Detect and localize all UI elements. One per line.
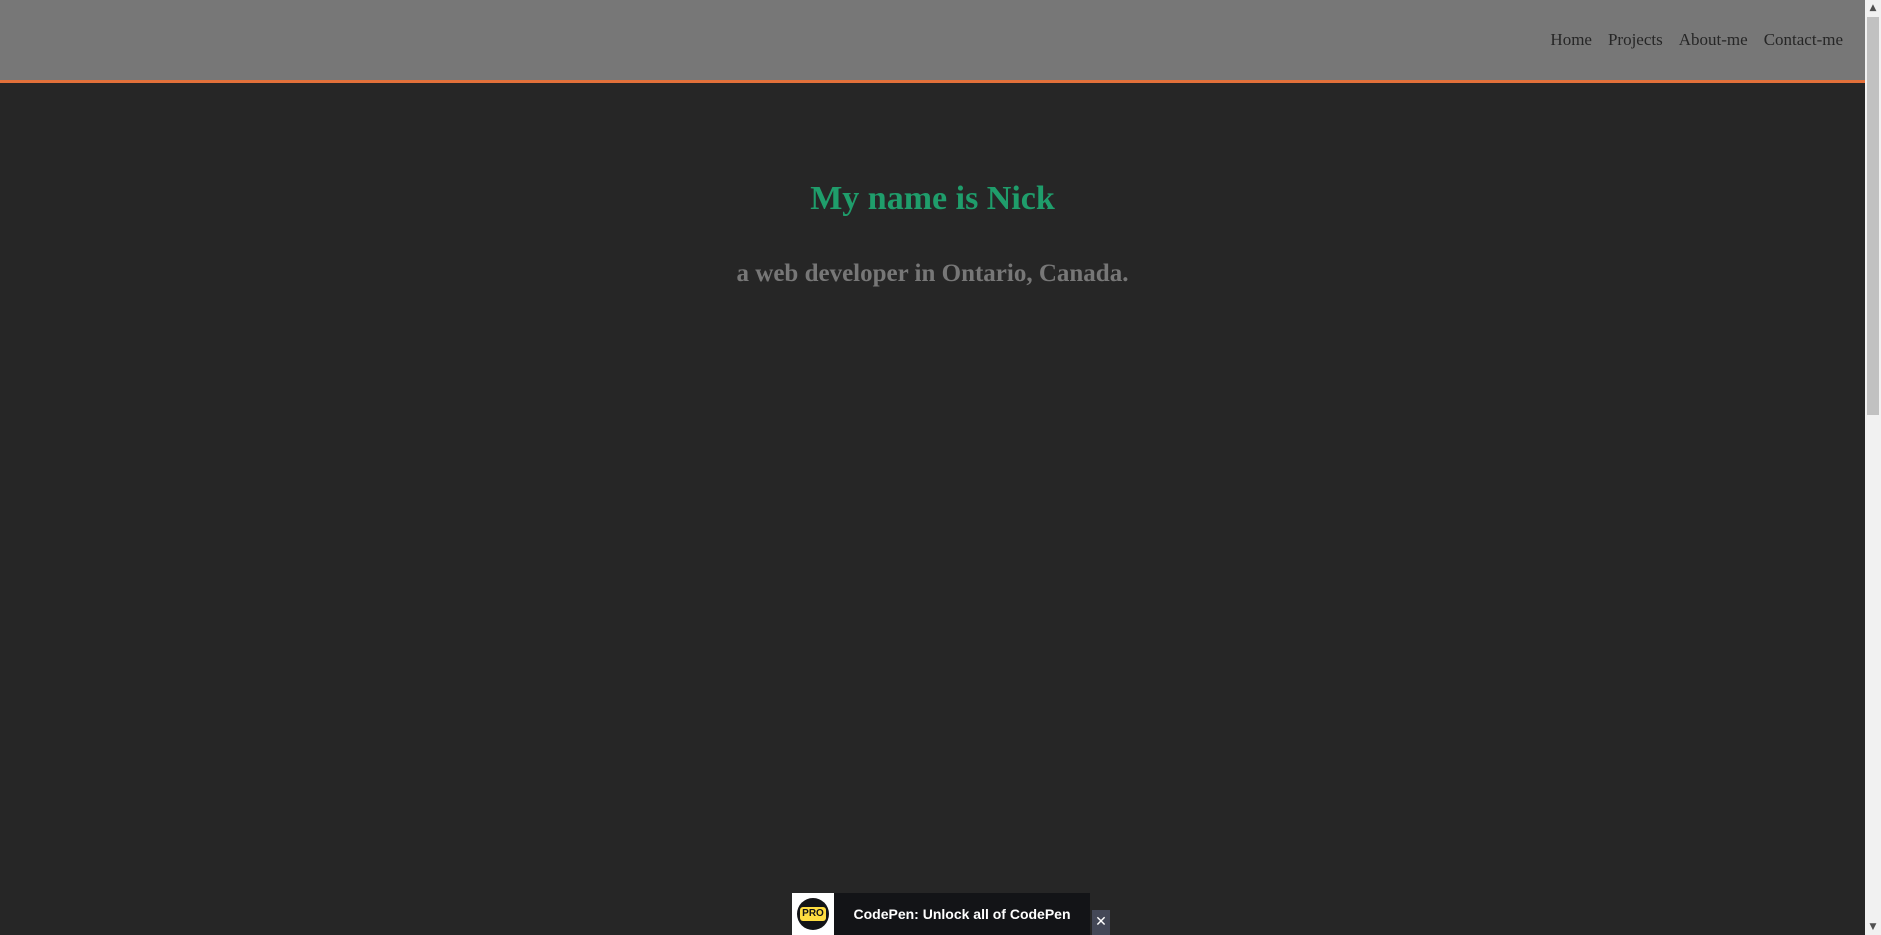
codepen-pro-icon: PRO: [792, 893, 834, 935]
promo-text: CodePen: Unlock all of CodePen: [853, 906, 1071, 922]
scrollbar-thumb[interactable]: [1867, 17, 1879, 415]
nav-link-contact-me[interactable]: Contact-me: [1756, 30, 1851, 50]
close-icon[interactable]: ✕: [1092, 910, 1110, 935]
hero-title: My name is Nick: [810, 180, 1055, 217]
nav-link-projects[interactable]: Projects: [1600, 30, 1671, 50]
nav-link-home[interactable]: Home: [1542, 30, 1600, 50]
top-navbar: Home Projects About-me Contact-me: [0, 0, 1865, 83]
pro-badge-label: PRO: [800, 907, 826, 921]
hero-subtitle: a web developer in Ontario, Canada.: [736, 260, 1129, 287]
vertical-scrollbar[interactable]: ▲ ▼: [1865, 0, 1881, 935]
nav-link-about-me[interactable]: About-me: [1671, 30, 1756, 50]
page: Home Projects About-me Contact-me My nam…: [0, 0, 1881, 935]
codepen-promo-banner[interactable]: PRO CodePen: Unlock all of CodePen: [792, 893, 1090, 935]
scroll-up-icon[interactable]: ▲: [1865, 0, 1881, 16]
scroll-down-icon[interactable]: ▼: [1865, 919, 1881, 935]
nav-links: Home Projects About-me Contact-me: [1542, 30, 1851, 50]
